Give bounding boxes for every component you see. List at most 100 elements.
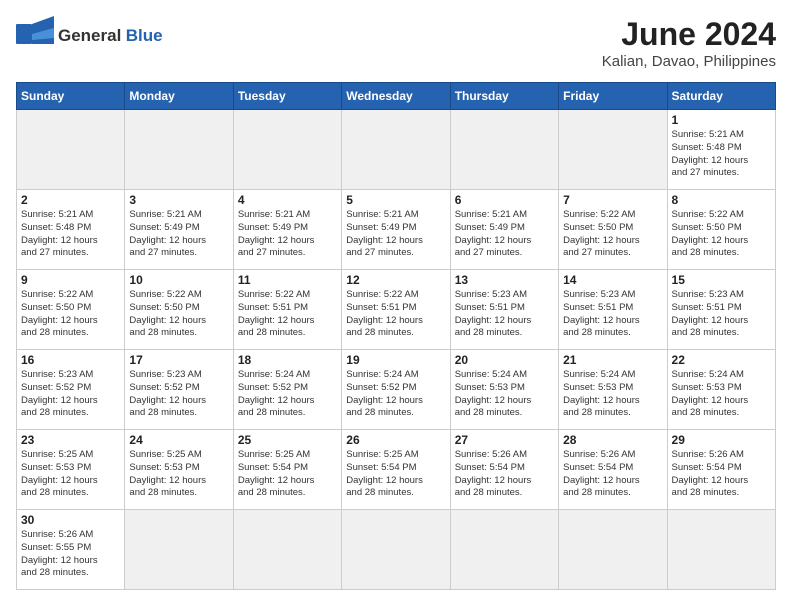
day-number: 30 [21,513,120,527]
day-number: 13 [455,273,554,287]
day-number: 26 [346,433,445,447]
calendar-cell [559,110,667,190]
calendar-cell: 22Sunrise: 5:24 AM Sunset: 5:53 PM Dayli… [667,350,775,430]
week-row-1: 2 Sunrise: 5:21 AM Sunset: 5:48 PM Daylig… [17,190,776,270]
calendar-cell: 19Sunrise: 5:24 AM Sunset: 5:52 PM Dayli… [342,350,450,430]
weekday-header-tuesday: Tuesday [233,83,341,110]
calendar-cell [559,510,667,590]
weekday-header-row: SundayMondayTuesdayWednesdayThursdayFrid… [17,83,776,110]
day-number: 28 [563,433,662,447]
day-info: Sunrise: 5:26 AM Sunset: 5:54 PM Dayligh… [672,449,771,500]
calendar-cell: 29 Sunrise: 5:26 AM Sunset: 5:54 PM Dayli… [667,430,775,510]
week-row-0: 1 Sunrise: 5:21 AM Sunset: 5:48 PM Daylig… [17,110,776,190]
day-number: 14 [563,273,662,287]
calendar-cell: 3 Sunrise: 5:21 AM Sunset: 5:49 PM Daylig… [125,190,233,270]
calendar-cell: 6Sunrise: 5:21 AM Sunset: 5:49 PM Daylig… [450,190,558,270]
calendar-cell [667,510,775,590]
day-number: 18 [238,353,337,367]
day-number: 27 [455,433,554,447]
day-info: Sunrise: 5:21 AM Sunset: 5:49 PM Dayligh… [346,209,445,260]
day-info: Sunrise: 5:22 AM Sunset: 5:51 PM Dayligh… [238,289,337,340]
day-number: 1 [672,113,771,127]
calendar-cell [17,110,125,190]
calendar-cell: 25 Sunrise: 5:25 AM Sunset: 5:54 PM Dayli… [233,430,341,510]
day-info: Sunrise: 5:23 AM Sunset: 5:51 PM Dayligh… [455,289,554,340]
calendar-cell [125,510,233,590]
calendar-cell [233,110,341,190]
weekday-header-monday: Monday [125,83,233,110]
day-number: 15 [672,273,771,287]
day-info: Sunrise: 5:21 AM Sunset: 5:49 PM Dayligh… [455,209,554,260]
week-row-5: 30 Sunrise: 5:26 AM Sunset: 5:55 PM Dayli… [17,510,776,590]
calendar-cell: 23 Sunrise: 5:25 AM Sunset: 5:53 PM Dayli… [17,430,125,510]
day-info: Sunrise: 5:22 AM Sunset: 5:50 PM Dayligh… [129,289,228,340]
day-number: 8 [672,193,771,207]
day-info: Sunrise: 5:23 AM Sunset: 5:52 PM Dayligh… [21,369,120,420]
day-info: Sunrise: 5:25 AM Sunset: 5:54 PM Dayligh… [346,449,445,500]
day-number: 29 [672,433,771,447]
day-number: 25 [238,433,337,447]
calendar-cell: 11 Sunrise: 5:22 AM Sunset: 5:51 PM Dayli… [233,270,341,350]
day-info: Sunrise: 5:25 AM Sunset: 5:53 PM Dayligh… [21,449,120,500]
day-info: Sunrise: 5:22 AM Sunset: 5:50 PM Dayligh… [21,289,120,340]
calendar-cell: 1 Sunrise: 5:21 AM Sunset: 5:48 PM Daylig… [667,110,775,190]
weekday-header-sunday: Sunday [17,83,125,110]
calendar-cell: 16 Sunrise: 5:23 AM Sunset: 5:52 PM Dayli… [17,350,125,430]
weekday-header-saturday: Saturday [667,83,775,110]
day-number: 7 [563,193,662,207]
day-info: Sunrise: 5:24 AM Sunset: 5:52 PM Dayligh… [346,369,445,420]
week-row-3: 16 Sunrise: 5:23 AM Sunset: 5:52 PM Dayli… [17,350,776,430]
calendar-cell [450,510,558,590]
day-number: 24 [129,433,228,447]
calendar-cell: 30 Sunrise: 5:26 AM Sunset: 5:55 PM Dayli… [17,510,125,590]
logo-text: General Blue [58,26,163,46]
day-info: Sunrise: 5:22 AM Sunset: 5:50 PM Dayligh… [672,209,771,260]
title-block: June 2024 Kalian, Davao, Philippines [602,16,776,70]
calendar-cell: 2 Sunrise: 5:21 AM Sunset: 5:48 PM Daylig… [17,190,125,270]
day-number: 16 [21,353,120,367]
calendar-cell: 4Sunrise: 5:21 AM Sunset: 5:49 PM Daylig… [233,190,341,270]
calendar-cell [342,510,450,590]
calendar-cell: 7Sunrise: 5:22 AM Sunset: 5:50 PM Daylig… [559,190,667,270]
day-number: 2 [21,193,120,207]
calendar-cell: 12 Sunrise: 5:22 AM Sunset: 5:51 PM Dayli… [342,270,450,350]
calendar-table: SundayMondayTuesdayWednesdayThursdayFrid… [16,82,776,590]
calendar-cell: 17Sunrise: 5:23 AM Sunset: 5:52 PM Dayli… [125,350,233,430]
day-info: Sunrise: 5:26 AM Sunset: 5:54 PM Dayligh… [455,449,554,500]
day-number: 12 [346,273,445,287]
calendar-cell: 20Sunrise: 5:24 AM Sunset: 5:53 PM Dayli… [450,350,558,430]
calendar-cell: 24Sunrise: 5:25 AM Sunset: 5:53 PM Dayli… [125,430,233,510]
logo: General Blue [16,16,163,56]
calendar-cell: 21Sunrise: 5:24 AM Sunset: 5:53 PM Dayli… [559,350,667,430]
calendar-cell [233,510,341,590]
calendar-cell: 14 Sunrise: 5:23 AM Sunset: 5:51 PM Dayli… [559,270,667,350]
calendar-cell: 27 Sunrise: 5:26 AM Sunset: 5:54 PM Dayli… [450,430,558,510]
weekday-header-wednesday: Wednesday [342,83,450,110]
calendar-cell: 9Sunrise: 5:22 AM Sunset: 5:50 PM Daylig… [17,270,125,350]
day-info: Sunrise: 5:24 AM Sunset: 5:53 PM Dayligh… [672,369,771,420]
day-info: Sunrise: 5:23 AM Sunset: 5:51 PM Dayligh… [563,289,662,340]
calendar-cell: 8 Sunrise: 5:22 AM Sunset: 5:50 PM Daylig… [667,190,775,270]
day-info: Sunrise: 5:26 AM Sunset: 5:55 PM Dayligh… [21,529,120,580]
day-info: Sunrise: 5:24 AM Sunset: 5:52 PM Dayligh… [238,369,337,420]
day-number: 3 [129,193,228,207]
location-subtitle: Kalian, Davao, Philippines [602,53,776,70]
day-number: 23 [21,433,120,447]
day-info: Sunrise: 5:23 AM Sunset: 5:51 PM Dayligh… [672,289,771,340]
calendar-cell: 13 Sunrise: 5:23 AM Sunset: 5:51 PM Dayli… [450,270,558,350]
day-info: Sunrise: 5:21 AM Sunset: 5:49 PM Dayligh… [129,209,228,260]
day-number: 21 [563,353,662,367]
week-row-2: 9Sunrise: 5:22 AM Sunset: 5:50 PM Daylig… [17,270,776,350]
day-info: Sunrise: 5:21 AM Sunset: 5:48 PM Dayligh… [672,129,771,180]
day-info: Sunrise: 5:21 AM Sunset: 5:48 PM Dayligh… [21,209,120,260]
day-number: 10 [129,273,228,287]
day-info: Sunrise: 5:23 AM Sunset: 5:52 PM Dayligh… [129,369,228,420]
calendar-cell: 15 Sunrise: 5:23 AM Sunset: 5:51 PM Dayli… [667,270,775,350]
calendar-cell [342,110,450,190]
day-number: 11 [238,273,337,287]
day-number: 5 [346,193,445,207]
day-number: 4 [238,193,337,207]
day-info: Sunrise: 5:22 AM Sunset: 5:51 PM Dayligh… [346,289,445,340]
calendar-cell [125,110,233,190]
day-info: Sunrise: 5:25 AM Sunset: 5:54 PM Dayligh… [238,449,337,500]
